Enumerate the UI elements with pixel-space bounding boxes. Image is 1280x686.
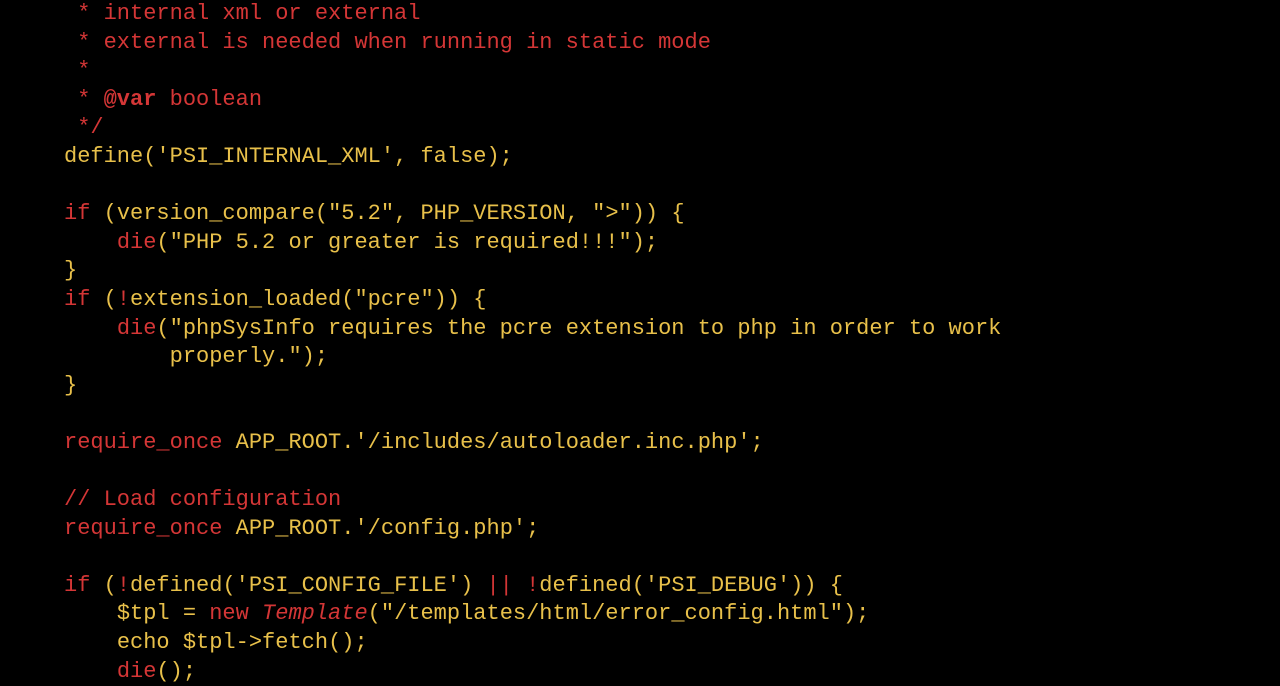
comment-star: * [64, 87, 104, 112]
code-editor[interactable]: * internal xml or external * external is… [0, 0, 1280, 686]
require-keyword: require_once [64, 516, 222, 541]
if-keyword: if [64, 287, 90, 312]
die-keyword: die [117, 230, 157, 255]
comment-line: * [64, 58, 90, 83]
define-call: define [64, 144, 143, 169]
require-keyword: require_once [64, 430, 222, 455]
comment-line: * internal xml or external [64, 1, 420, 26]
comment-line: * external is needed when running in sta… [64, 30, 711, 55]
doc-tag: @var [104, 87, 157, 112]
if-keyword: if [64, 201, 90, 226]
comment-line: // Load configuration [64, 487, 341, 512]
doc-type: boolean [156, 87, 262, 112]
if-keyword: if [64, 573, 90, 598]
comment-close: */ [64, 115, 104, 140]
die-keyword: die [117, 659, 157, 684]
die-keyword: die [117, 316, 157, 341]
